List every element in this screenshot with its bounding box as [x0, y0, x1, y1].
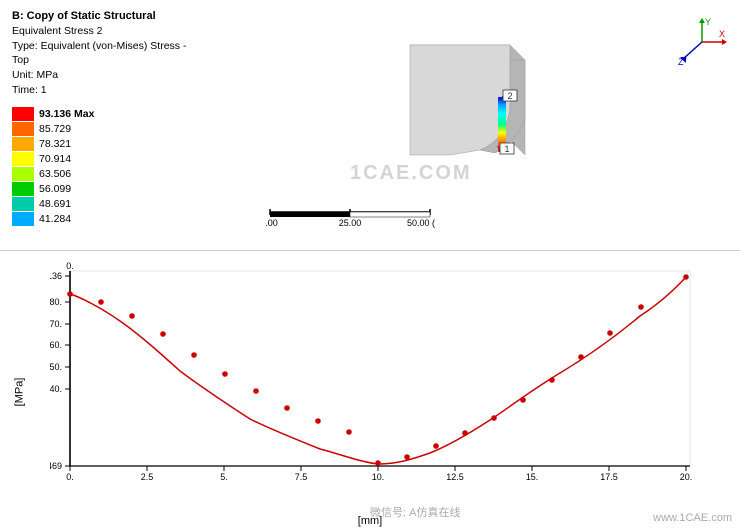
- svg-text:Z: Z: [678, 57, 684, 67]
- website-label: www.1CAE.com: [653, 512, 732, 524]
- svg-text:12.5: 12.5: [446, 472, 464, 482]
- subtitle1: Equivalent Stress 2: [12, 24, 198, 39]
- legend-value-2: 78.321: [39, 138, 71, 150]
- y-axis-label: [MPa]: [13, 377, 25, 406]
- legend-value-3: 70.914: [39, 153, 71, 165]
- chart-section: [MPa] [mm] 93.136 80. 70. 60. 50. 4: [0, 250, 740, 532]
- legend-color-swatch-5: [12, 182, 34, 196]
- legend-item-7: 41.284: [12, 212, 198, 226]
- legend-item-2: 78.321: [12, 137, 198, 151]
- legend-item-0: 93.136 Max: [12, 107, 198, 121]
- legend-color-swatch-6: [12, 197, 34, 211]
- svg-text:10.: 10.: [372, 472, 385, 482]
- svg-text:93.136: 93.136: [50, 271, 62, 281]
- svg-text:0.: 0.: [66, 261, 74, 271]
- color-legend: 93.136 Max 85.729 78.321 70.914 63.506 56.099…: [12, 107, 198, 226]
- coordinate-system: Y X Z: [675, 15, 725, 65]
- svg-text:5.: 5.: [220, 472, 228, 482]
- wechat-watermark: 微信号: A仿真在线: [370, 504, 460, 520]
- svg-text:80.: 80.: [50, 297, 62, 307]
- unit-label: Unit: MPa: [12, 68, 198, 83]
- svg-text:X: X: [719, 29, 725, 39]
- legend-item-4: 63.506: [12, 167, 198, 181]
- svg-text:2: 2: [507, 91, 512, 101]
- legend-value-4: 63.506: [39, 168, 71, 180]
- svg-text:1: 1: [504, 144, 509, 154]
- svg-text:40.: 40.: [50, 384, 62, 394]
- coord-svg: Y X Z: [675, 15, 730, 70]
- svg-text:7.5: 7.5: [295, 472, 308, 482]
- scale-bar: 0.00 25.00 50.00 (mm): [265, 204, 435, 232]
- subtitle2: Type: Equivalent (von-Mises) Stress - To…: [12, 39, 198, 68]
- legend-color-swatch-4: [12, 167, 34, 181]
- info-panel: B: Copy of Static Structural Equivalent …: [0, 0, 210, 250]
- legend-value-0: 93.136 Max: [39, 108, 94, 120]
- legend-value-5: 56.099: [39, 183, 71, 195]
- legend-item-1: 85.729: [12, 122, 198, 136]
- chart-svg: 93.136 80. 70. 60. 50. 40. 26.469 0. 0.: [50, 261, 715, 501]
- legend-item-3: 70.914: [12, 152, 198, 166]
- svg-text:20.: 20.: [680, 472, 693, 482]
- legend-value-1: 85.729: [39, 123, 71, 135]
- top-section: B: Copy of Static Structural Equivalent …: [0, 0, 740, 250]
- svg-text:0.: 0.: [66, 472, 74, 482]
- viewport: 2 1 0.00 25.00 50.00 (mm): [210, 0, 740, 250]
- legend-item-6: 48.691: [12, 197, 198, 211]
- legend-color-swatch-2: [12, 137, 34, 151]
- svg-text:Y: Y: [705, 17, 711, 27]
- svg-text:70.: 70.: [50, 319, 62, 329]
- legend-color-swatch-1: [12, 122, 34, 136]
- svg-text:2.5: 2.5: [141, 472, 154, 482]
- legend-value-7: 41.284: [39, 213, 71, 225]
- legend-color-swatch-3: [12, 152, 34, 166]
- time-label: Time: 1: [12, 83, 198, 98]
- chart-title: B: Copy of Static Structural: [12, 10, 198, 22]
- watermark-top: 1CAE.COM: [350, 162, 472, 185]
- svg-text:25.00: 25.00: [339, 218, 362, 228]
- svg-text:50.00 (mm): 50.00 (mm): [407, 218, 435, 228]
- svg-text:50.: 50.: [50, 362, 62, 372]
- legend-value-6: 48.691: [39, 198, 71, 210]
- svg-text:15.: 15.: [526, 472, 539, 482]
- svg-text:0.00: 0.00: [265, 218, 278, 228]
- legend-color-swatch-0: [12, 107, 34, 121]
- legend-color-swatch-7: [12, 212, 34, 226]
- scale-bar-svg: 0.00 25.00 50.00 (mm): [265, 204, 435, 229]
- svg-text:60.: 60.: [50, 340, 62, 350]
- svg-text:17.5: 17.5: [600, 472, 618, 482]
- legend-item-5: 56.099: [12, 182, 198, 196]
- svg-text:26.469: 26.469: [50, 461, 62, 471]
